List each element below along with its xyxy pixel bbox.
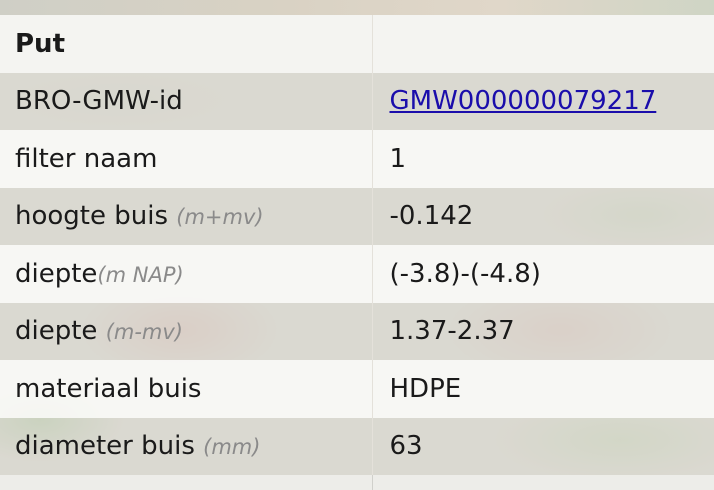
row-label: diepte (m-mv)	[0, 302, 373, 360]
unit-text: (m-mv)	[105, 320, 183, 345]
unit-text: (m+mv)	[176, 205, 264, 230]
label-text: diepte	[15, 258, 98, 289]
row-label: materiaal buis	[0, 360, 373, 418]
row-label: diameter buis (mm)	[0, 417, 373, 475]
row-value: GMW000000079217	[372, 72, 714, 130]
section-title: Put	[0, 15, 373, 73]
table-row: materiaal buis HDPE	[0, 360, 714, 418]
row-value: -0.142	[372, 187, 714, 245]
label-text: diepte	[15, 316, 98, 347]
row-value: 63	[372, 417, 714, 475]
row-value: 1.37-2.37	[372, 302, 714, 360]
label-text: filter naam	[15, 143, 158, 174]
row-label: diepte(m NAP)	[0, 245, 373, 303]
table-row: hoogte buis (m+mv) -0.142	[0, 187, 714, 245]
row-value: (-3.8)-(-4.8)	[372, 245, 714, 303]
label-text: hoogte buis	[15, 201, 169, 232]
map-background-top	[0, 0, 714, 15]
gmw-id-link[interactable]: GMW000000079217	[390, 86, 657, 116]
label-text: diameter buis	[15, 431, 195, 462]
unit-text: (m NAP)	[97, 262, 184, 287]
row-label: hoogte buis (m+mv)	[0, 187, 373, 245]
table-row: filter naam 1	[0, 130, 714, 188]
row-label: filter naam	[0, 130, 373, 188]
table-row: BRO-GMW-id GMW000000079217	[0, 72, 714, 130]
label-text: materiaal buis	[15, 373, 202, 404]
well-info-table: Put BRO-GMW-id GMW000000079217 filter na…	[0, 15, 714, 475]
row-value: 1	[372, 130, 714, 188]
table-header-row: Put	[0, 15, 714, 73]
table-row: diameter buis (mm) 63	[0, 417, 714, 475]
table-row: diepte (m-mv) 1.37-2.37	[0, 302, 714, 360]
section-title-value	[372, 15, 714, 73]
unit-text: (mm)	[203, 435, 261, 460]
table-row-partial	[0, 475, 714, 490]
row-value: HDPE	[372, 360, 714, 418]
table-row: diepte(m NAP) (-3.8)-(-4.8)	[0, 245, 714, 303]
row-label: BRO-GMW-id	[0, 72, 373, 130]
label-text: BRO-GMW-id	[15, 86, 183, 117]
